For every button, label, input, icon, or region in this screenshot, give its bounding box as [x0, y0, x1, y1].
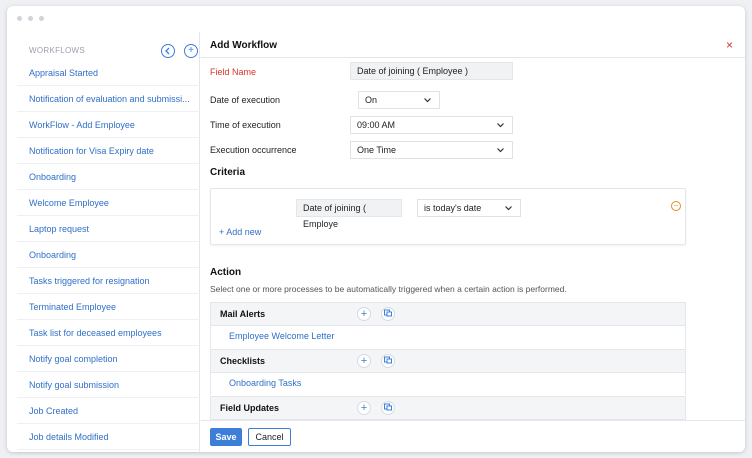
chevron-down-icon: [497, 123, 504, 128]
associate-icon-glyph: [384, 356, 392, 364]
chevron-down-icon: [497, 148, 504, 153]
sidebar-item-goal-submission[interactable]: Notify goal submission: [17, 372, 200, 398]
header-divider: [201, 57, 745, 58]
mail-alerts-header: Mail Alerts +: [210, 302, 686, 326]
time-of-execution-label: Time of execution: [210, 120, 281, 130]
close-icon[interactable]: ×: [726, 38, 733, 52]
add-workflow-panel: Add Workflow × Field Name Date of joinin…: [201, 32, 745, 452]
field-name-field: Date of joining ( Employee ): [350, 62, 513, 80]
chevron-down-icon: [505, 206, 512, 211]
mail-alert-item-label: Employee Welcome Letter: [229, 331, 335, 341]
window-maximize-dot[interactable]: [39, 16, 44, 21]
sidebar-item-laptop-request[interactable]: Laptop request: [17, 216, 200, 242]
mail-alerts-title: Mail Alerts: [220, 309, 266, 319]
checklist-item[interactable]: Onboarding Tasks: [210, 373, 686, 395]
window-close-dot[interactable]: [17, 16, 22, 21]
sidebar-item-resignation-tasks[interactable]: Tasks triggered for resignation: [17, 268, 200, 294]
form-footer: Save Cancel: [201, 420, 745, 452]
associate-icon[interactable]: [381, 354, 395, 368]
add-field-update-button[interactable]: +: [357, 401, 371, 415]
execution-occurrence-label: Execution occurrence: [210, 145, 297, 155]
associate-icon-glyph: [384, 403, 392, 411]
add-criteria-link[interactable]: + Add new: [219, 227, 261, 237]
sidebar-item-notification-evaluation[interactable]: Notification of evaluation and submissi.…: [17, 86, 200, 112]
field-updates-title: Field Updates: [220, 403, 280, 413]
sidebar-item-onboarding-2[interactable]: Onboarding: [17, 242, 200, 268]
execution-occurrence-select[interactable]: One Time: [350, 141, 513, 159]
sidebar-item-goal-completion[interactable]: Notify goal completion: [17, 346, 200, 372]
checklists-header: Checklists +: [210, 349, 686, 373]
date-of-execution-label: Date of execution: [210, 95, 281, 105]
cancel-button[interactable]: Cancel: [248, 428, 291, 446]
window-minimize-dot[interactable]: [28, 16, 33, 21]
chevron-down-icon: [424, 98, 431, 103]
page-title: Add Workflow: [210, 40, 278, 51]
execution-occurrence-value: One Time: [357, 145, 397, 155]
sidebar-title: WORKFLOWS: [29, 46, 86, 55]
save-button[interactable]: Save: [210, 428, 242, 446]
time-of-execution-select[interactable]: 09:00 AM: [350, 116, 513, 134]
sidebar-item-terminated-employee[interactable]: Terminated Employee: [17, 294, 200, 320]
app-window: WORKFLOWS + Appraisal Started Notificati…: [7, 6, 745, 452]
associate-icon[interactable]: [381, 307, 395, 321]
back-button[interactable]: [161, 44, 175, 58]
criteria-field: Date of joining ( Employe: [296, 199, 402, 229]
time-of-execution-value: 09:00 AM: [357, 120, 396, 130]
mail-alert-item[interactable]: Employee Welcome Letter: [210, 326, 686, 348]
criteria-box: Date of joining ( Employe is today's dat…: [210, 188, 686, 245]
sidebar-item-job-created[interactable]: Job Created: [17, 398, 200, 424]
add-checklist-button[interactable]: +: [357, 354, 371, 368]
sidebar-header: WORKFLOWS +: [29, 44, 199, 58]
workflows-sidebar: WORKFLOWS + Appraisal Started Notificati…: [17, 32, 200, 452]
title-bar: [7, 6, 745, 28]
add-workflow-button[interactable]: +: [184, 44, 198, 58]
sidebar-item-deceased-tasks[interactable]: Task list for deceased employees: [17, 320, 200, 346]
chevron-left-icon: [165, 47, 170, 55]
sidebar-item-appraisal-started[interactable]: Appraisal Started: [17, 60, 200, 86]
date-of-execution-select[interactable]: On: [358, 91, 440, 109]
checklists-title: Checklists: [220, 356, 266, 366]
sidebar-item-visa-expiry[interactable]: Notification for Visa Expiry date: [17, 138, 200, 164]
sidebar-item-workflow-add-employee[interactable]: WorkFlow - Add Employee: [17, 112, 200, 138]
date-of-execution-value: On: [365, 95, 378, 105]
plus-icon: +: [188, 45, 194, 56]
remove-criteria-icon[interactable]: –: [671, 201, 681, 211]
associate-icon-glyph: [384, 309, 392, 317]
sidebar-item-job-modified[interactable]: Job details Modified: [17, 424, 200, 450]
field-name-label: Field Name: [210, 67, 257, 77]
add-mail-alert-button[interactable]: +: [357, 307, 371, 321]
action-title: Action: [210, 267, 242, 278]
checklist-item-label: Onboarding Tasks: [229, 378, 302, 388]
sidebar-item-welcome-employee[interactable]: Welcome Employee: [17, 190, 200, 216]
associate-icon[interactable]: [381, 401, 395, 415]
criteria-title: Criteria: [210, 167, 246, 178]
criteria-condition-select[interactable]: is today's date: [417, 199, 521, 217]
workflow-list: Appraisal Started Notification of evalua…: [17, 60, 200, 450]
sidebar-item-onboarding[interactable]: Onboarding: [17, 164, 200, 190]
criteria-condition-value: is today's date: [424, 203, 482, 213]
field-updates-header: Field Updates +: [210, 396, 686, 420]
action-description: Select one or more processes to be autom…: [210, 284, 567, 294]
